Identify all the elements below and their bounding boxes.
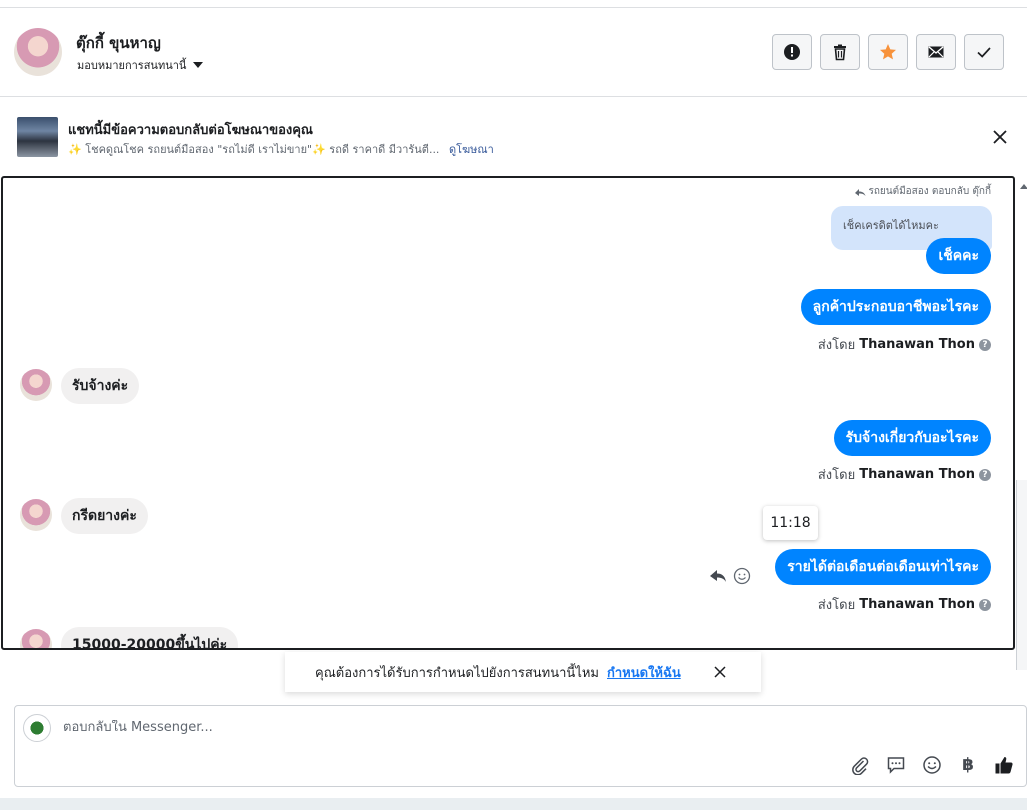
message-bubble-incoming[interactable]: กรีดยางค่ะ: [61, 498, 148, 534]
contact-avatar[interactable]: [14, 28, 62, 76]
sender-name: Thanawan Thon: [859, 337, 975, 352]
mark-spam-button[interactable]: [772, 34, 812, 70]
contact-avatar-small[interactable]: [20, 369, 52, 401]
star-button[interactable]: [868, 34, 908, 70]
header-actions: [772, 34, 1004, 70]
ad-reply-banner: แชทนี้มีข้อความตอบกลับต่อโฆษณาของคุณ ✨ โ…: [0, 97, 1027, 176]
baht-icon: ฿: [962, 755, 974, 775]
attach-button[interactable]: [849, 754, 871, 776]
message-actions: [709, 567, 751, 585]
sender-name: Thanawan Thon: [859, 597, 975, 612]
ad-banner-subtitle: ✨ โชคดูณโชค รถยนต์มือสอง "รถไม่ดี เราไม่…: [68, 140, 494, 158]
side-panel-edge: [1016, 480, 1027, 670]
assign-to-me-link[interactable]: กำหนดให้ฉัน: [607, 662, 681, 683]
reply-context: รถยนต์มือสอง ตอบกลับ ตุ๊กกี้: [854, 184, 991, 199]
scroll-up-arrow-icon[interactable]: [1020, 184, 1027, 189]
view-ad-link[interactable]: ดูโฆษณา: [449, 143, 494, 156]
sent-by-prefix: ส่งโดย: [817, 338, 856, 353]
contact-avatar-small[interactable]: [20, 499, 52, 531]
ad-banner-title: แชทนี้มีข้อความตอบกลับต่อโฆษณาของคุณ: [68, 123, 313, 138]
help-icon[interactable]: ?: [979, 468, 991, 481]
saved-reply-icon: [887, 757, 905, 774]
contact-avatar-small[interactable]: [20, 629, 52, 648]
message-thread[interactable]: รถยนต์มือสอง ตอบกลับ ตุ๊กกี้ เช็คเครดิตไ…: [1, 176, 1015, 650]
message-bubble-outgoing[interactable]: รับจ้างเกี่ยวกับอะไรคะ: [833, 420, 991, 456]
caret-down-icon: [193, 62, 204, 68]
payment-button[interactable]: ฿: [957, 754, 979, 776]
assign-label: มอบหมายการสนทนานี้: [77, 59, 187, 72]
sent-by-label: ส่งโดย Thanawan Thon ?: [818, 334, 991, 355]
sent-by-label: ส่งโดย Thanawan Thon ?: [818, 594, 991, 615]
assign-suggestion-toast: คุณต้องการได้รับการกำหนดไปยังการสนทนานี้…: [285, 652, 761, 692]
ad-thumbnail[interactable]: [17, 117, 58, 157]
composer-tools: ฿: [849, 754, 1015, 776]
ad-description: ✨ โชคดูณโชค รถยนต์มือสอง "รถไม่ดี เราไม่…: [68, 143, 440, 156]
star-icon: [880, 44, 896, 60]
like-button[interactable]: [993, 754, 1015, 776]
delete-button[interactable]: [820, 34, 860, 70]
close-icon[interactable]: [712, 664, 728, 680]
close-icon[interactable]: [990, 127, 1010, 147]
toast-text: คุณต้องการได้รับการกำหนดไปยังการสนทนานี้…: [315, 665, 599, 681]
contact-name[interactable]: ตุ๊กกี้ ขุนหาญ: [76, 31, 161, 55]
spam-icon: [784, 44, 800, 60]
help-icon[interactable]: ?: [979, 598, 991, 611]
check-icon: [977, 47, 991, 58]
conversation-header: ตุ๊กกี้ ขุนหาญ มอบหมายการสนทนานี้: [0, 8, 1027, 97]
mark-done-button[interactable]: [964, 34, 1004, 70]
reply-input[interactable]: [63, 720, 963, 735]
react-emoji-icon[interactable]: [733, 567, 751, 585]
emoji-button[interactable]: [921, 754, 943, 776]
reply-arrow-icon: [855, 188, 866, 196]
message-bubble-outgoing[interactable]: ลูกค้าประกอบอาชีพอะไรคะ: [800, 289, 991, 325]
help-icon[interactable]: ?: [979, 338, 991, 351]
message-bubble-outgoing[interactable]: เช็คคะ: [926, 238, 991, 274]
message-bubble-incoming[interactable]: รับจ้างค่ะ: [61, 368, 140, 404]
mail-icon: [928, 46, 944, 58]
sent-by-prefix: ส่งโดย: [817, 468, 856, 483]
message-composer: ฿: [14, 705, 1027, 787]
emoji-icon: [923, 756, 941, 774]
reply-icon[interactable]: [709, 567, 727, 585]
saved-reply-button[interactable]: [885, 754, 907, 776]
reply-context-text: รถยนต์มือสอง ตอบกลับ ตุ๊กกี้: [868, 186, 991, 197]
trash-icon: [834, 44, 846, 61]
timestamp-tooltip: 11:18: [763, 506, 818, 540]
mark-unread-button[interactable]: [916, 34, 956, 70]
message-bubble-incoming[interactable]: 15000-20000ขึ้นไปค่ะ: [61, 627, 239, 648]
sent-by-prefix: ส่งโดย: [817, 598, 856, 613]
message-bubble-outgoing[interactable]: รายได้ต่อเดือนต่อเดือนเท่าไรคะ: [775, 549, 991, 585]
like-icon: [995, 757, 1013, 774]
attach-icon: [852, 757, 869, 775]
bottom-strip: [0, 798, 1027, 810]
sent-by-label: ส่งโดย Thanawan Thon ?: [818, 464, 991, 485]
sender-name: Thanawan Thon: [859, 467, 975, 482]
assign-dropdown[interactable]: มอบหมายการสนทนานี้: [77, 56, 204, 74]
page-avatar: [23, 714, 51, 742]
